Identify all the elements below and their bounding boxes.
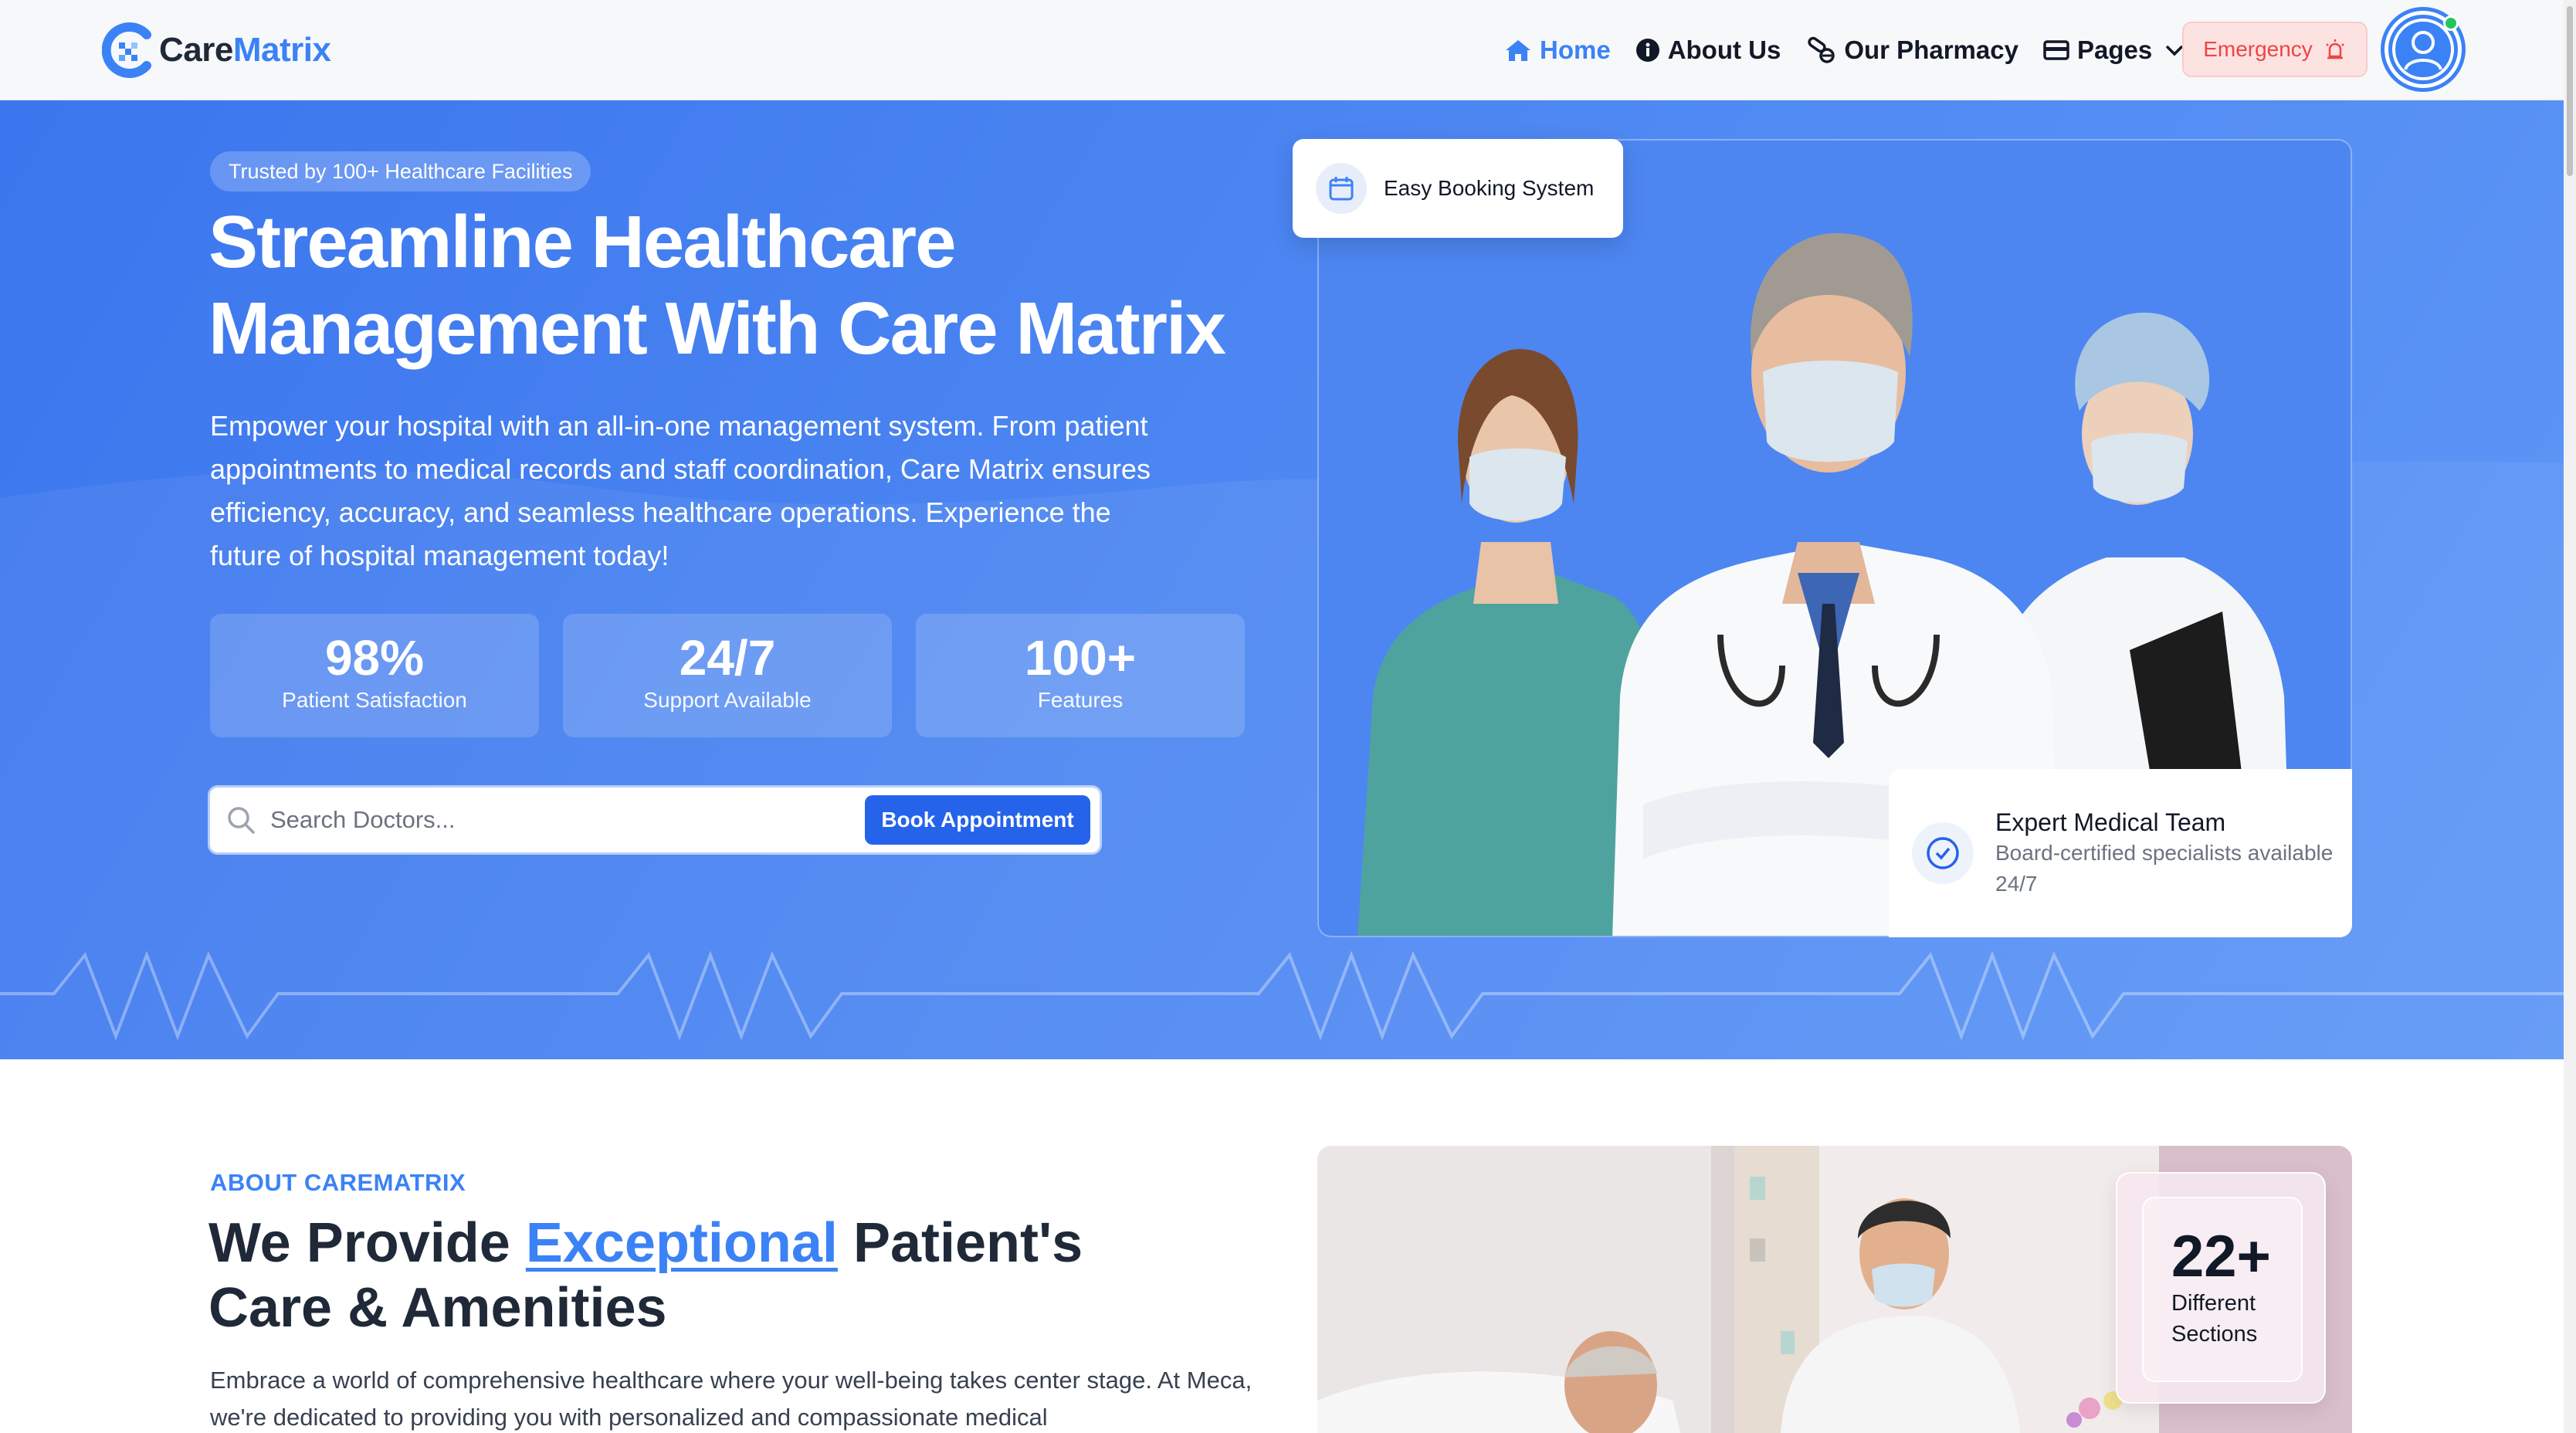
nav-item-about-us[interactable]: About Us <box>1635 36 1781 65</box>
about-title-highlight: Exceptional <box>525 1212 838 1274</box>
stat-card-support: 24/7 Support Available <box>563 614 892 737</box>
doctor-search-bar: Book Appointment <box>210 788 1100 852</box>
search-icon <box>228 807 255 834</box>
stat-value: 98% <box>324 630 425 686</box>
hero-section: Trusted by 100+ Healthcare Facilities St… <box>0 100 2564 1059</box>
expert-card-title: Expert Medical Team <box>1995 808 2226 836</box>
calendar-icon-wrap <box>1316 163 1367 214</box>
expert-team-card: Expert Medical Team Board-certified spec… <box>1889 769 2352 937</box>
booking-chip-label: Easy Booking System <box>1384 176 1595 200</box>
emergency-label: Emergency <box>2203 37 2313 61</box>
trusted-badge: Trusted by 100+ Healthcare Facilities <box>210 151 591 191</box>
brand-name: CareMatrix <box>159 31 331 69</box>
main-nav: Home About Us Our Pharmacy Pages <box>1504 22 2185 79</box>
check-icon-wrap <box>1912 822 1974 884</box>
care-matrix-logo-icon <box>102 22 151 78</box>
nav-item-our-pharmacy[interactable]: Our Pharmacy <box>1805 36 2018 65</box>
home-icon <box>1506 40 1530 61</box>
stat-value: 100+ <box>1024 630 1137 686</box>
pills-icon <box>1808 36 1835 63</box>
nav-item-label: About Us <box>1667 36 1781 64</box>
stat-card-features: 100+ Features <box>916 614 1245 737</box>
sections-count-inner: 22+ Different Sections <box>2142 1197 2303 1382</box>
search-doctors-input[interactable] <box>256 788 865 852</box>
hero-description: Empower your hospital with an all-in-one… <box>210 410 1151 571</box>
card-icon <box>2043 40 2069 60</box>
sections-count-label-1: Different <box>2171 1291 2256 1316</box>
stat-label: Support Available <box>643 688 812 712</box>
book-appointment-button[interactable]: Book Appointment <box>865 795 1090 845</box>
about-description: Embrace a world of comprehensive healthc… <box>210 1367 1252 1431</box>
expert-card-subtitle: Board-certified specialists available 24… <box>1995 841 2334 896</box>
sections-count-badge: 22+ Different Sections <box>2116 1172 2326 1404</box>
nav-item-label: Pages <box>2076 36 2153 64</box>
top-navbar: CareMatrix Home About Us Our Pharmacy Pa… <box>0 0 2564 100</box>
easy-booking-chip: Easy Booking System <box>1293 139 1623 238</box>
about-title: We Provide Exceptional Patient's Care & … <box>208 1212 1083 1339</box>
nav-item-label: Home <box>1540 36 1611 64</box>
brand-logo[interactable]: CareMatrix <box>102 17 331 83</box>
siren-icon <box>2325 39 2344 59</box>
hero-title: Streamline Healthcare Management With Car… <box>208 201 1226 370</box>
online-status-indicator <box>2443 15 2459 31</box>
check-circle-icon <box>1927 837 1959 869</box>
emergency-button[interactable]: Emergency <box>2182 22 2368 77</box>
page-scrollbar-thumb[interactable] <box>2567 6 2573 176</box>
sections-count-value: 22+ <box>2171 1224 2271 1289</box>
about-eyebrow: ABOUT CAREMATRIX <box>210 1169 466 1196</box>
info-icon <box>1635 39 1659 62</box>
stat-value: 24/7 <box>679 630 776 686</box>
stat-label: Patient Satisfaction <box>282 688 467 712</box>
nav-item-home[interactable]: Home <box>1504 36 1611 65</box>
stat-card-satisfaction: 98% Patient Satisfaction <box>210 614 539 737</box>
nav-item-pages[interactable]: Pages <box>2043 36 2185 65</box>
calendar-icon <box>1329 177 1354 201</box>
page-scrollbar[interactable] <box>2564 0 2576 1433</box>
sections-count-label-2: Sections <box>2171 1322 2258 1347</box>
expert-card-text: Expert Medical Team Board-certified spec… <box>1995 807 2352 899</box>
stat-label: Features <box>1037 688 1124 712</box>
nav-item-label: Our Pharmacy <box>1844 36 2018 64</box>
